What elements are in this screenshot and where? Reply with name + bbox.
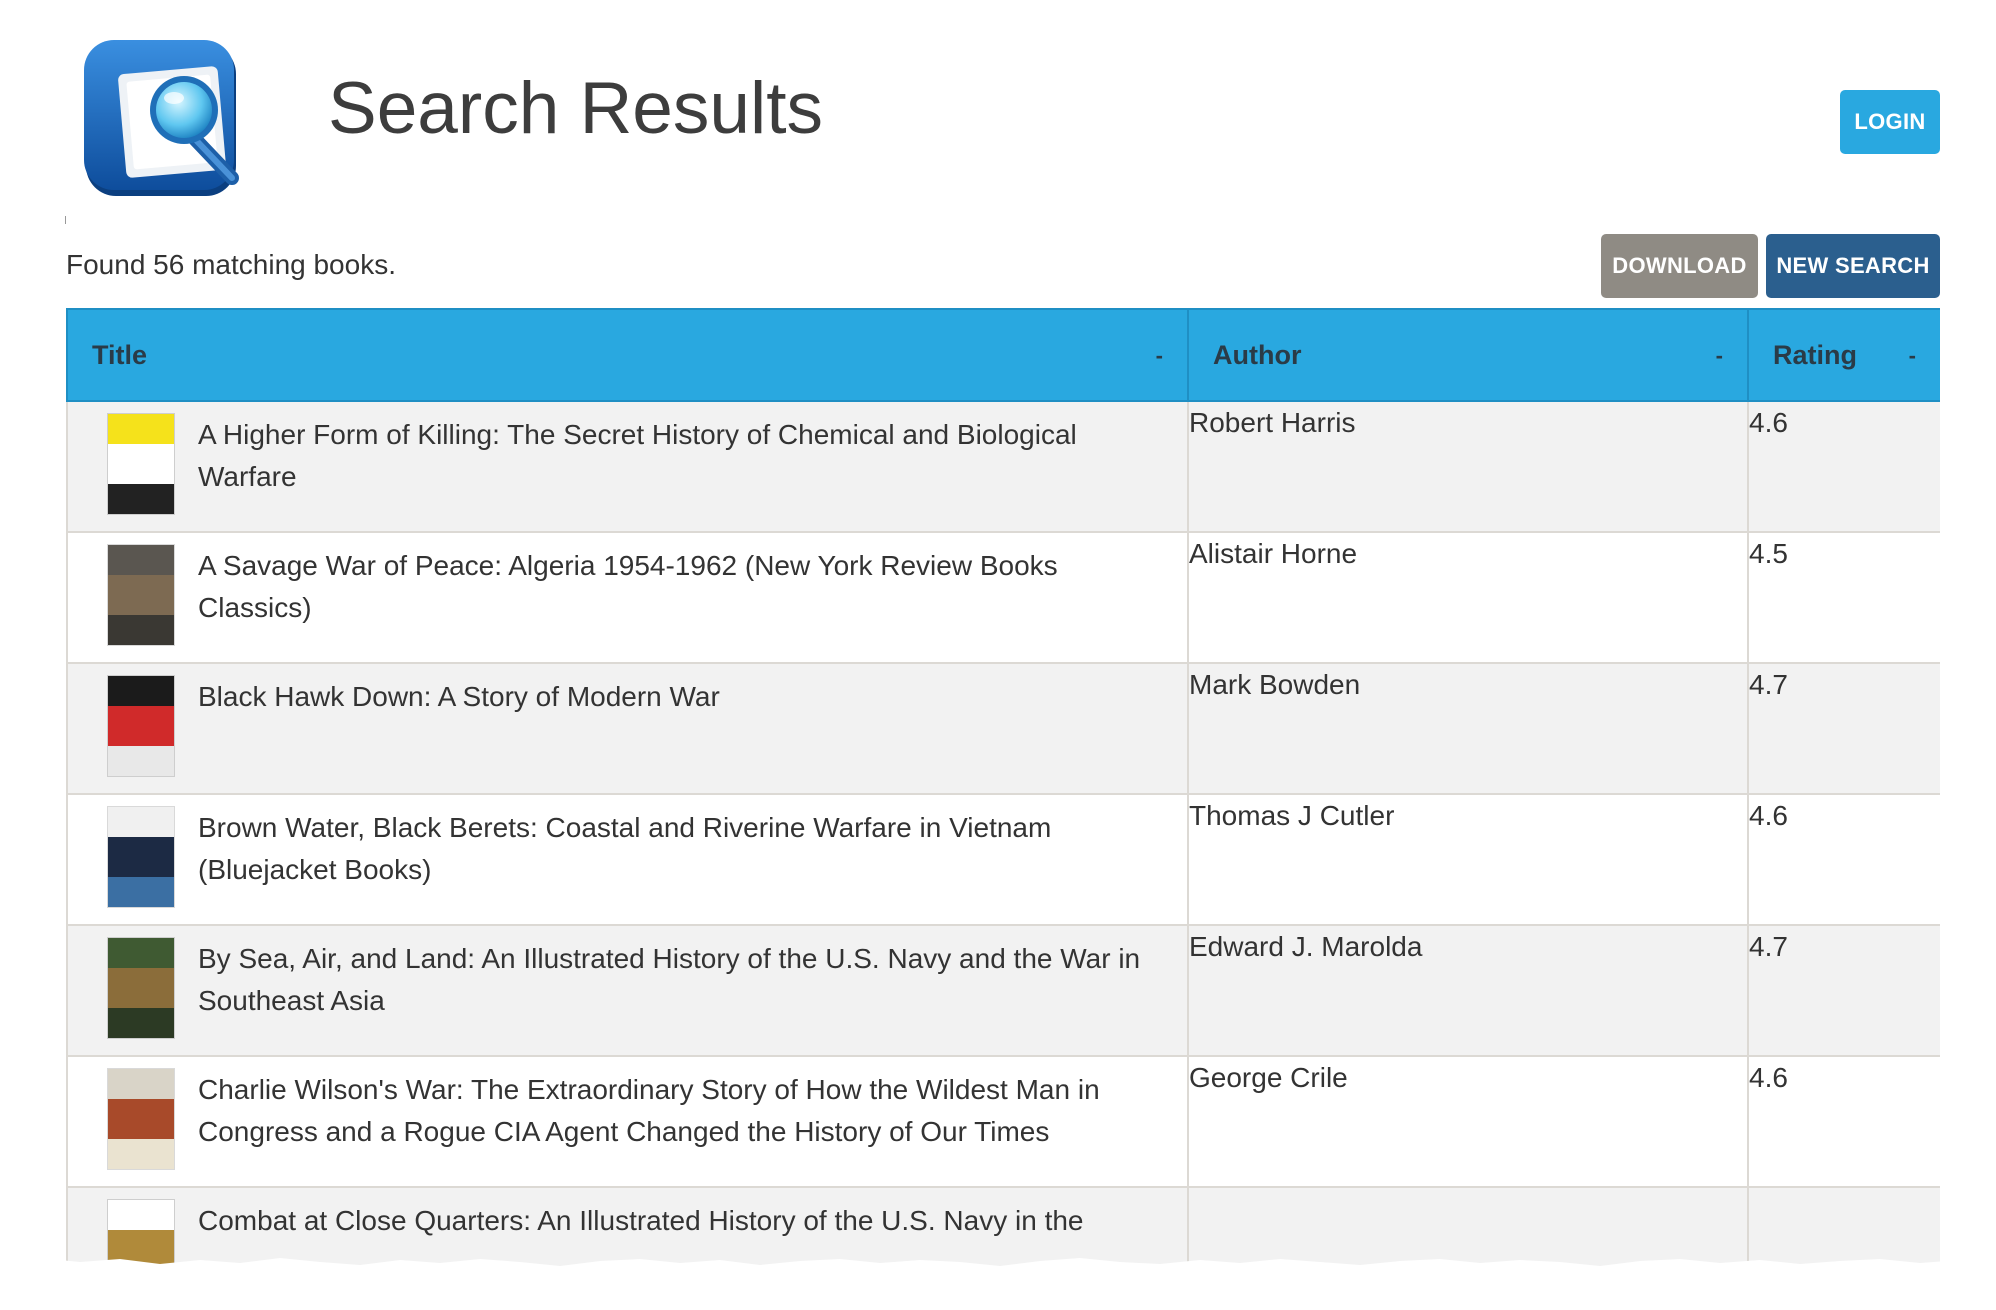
column-header-rating[interactable]: Rating -	[1747, 308, 1940, 402]
table-body: A Higher Form of Killing: The Secret His…	[66, 400, 1940, 1273]
book-title[interactable]: Black Hawk Down: A Story of Modern War	[198, 676, 720, 718]
book-title[interactable]: By Sea, Air, and Land: An Illustrated Hi…	[198, 938, 1163, 1022]
table-row[interactable]: Brown Water, Black Berets: Coastal and R…	[66, 793, 1940, 926]
app-logo-icon	[82, 38, 252, 208]
book-rating: 4.5	[1747, 531, 1940, 664]
title-cell: A Higher Form of Killing: The Secret His…	[66, 400, 1189, 533]
search-document-icon	[84, 40, 239, 196]
book-author: Edward J. Marolda	[1187, 924, 1749, 1057]
book-author: Alistair Horne	[1187, 531, 1749, 664]
sort-icon[interactable]: -	[1909, 343, 1916, 369]
login-button[interactable]: LOGIN	[1840, 90, 1940, 154]
torn-edge-mask	[0, 1258, 1996, 1310]
book-author: Robert Harris	[1187, 400, 1749, 533]
results-table: Title - Author - Rating - A Higher Form …	[66, 308, 1940, 1273]
book-cover-thumbnail[interactable]	[108, 676, 174, 776]
results-table-container: Title - Author - Rating - A Higher Form …	[66, 308, 1940, 1273]
divider	[65, 216, 66, 224]
book-cover-thumbnail[interactable]	[108, 1069, 174, 1169]
book-cover-thumbnail[interactable]	[108, 807, 174, 907]
sort-icon[interactable]: -	[1156, 343, 1163, 369]
table-row[interactable]: Charlie Wilson's War: The Extraordinary …	[66, 1055, 1940, 1188]
column-header-label: Rating	[1773, 339, 1857, 370]
title-cell-content: Black Hawk Down: A Story of Modern War	[68, 664, 1187, 776]
column-header-label: Title	[92, 339, 148, 370]
book-author: Thomas J Cutler	[1187, 793, 1749, 926]
table-row[interactable]: Black Hawk Down: A Story of Modern War Ma…	[66, 662, 1940, 795]
result-count: Found 56 matching books.	[66, 249, 396, 280]
page-title: Search Results	[328, 68, 823, 149]
book-title[interactable]: Brown Water, Black Berets: Coastal and R…	[198, 807, 1163, 891]
column-header-label: Author	[1213, 339, 1302, 370]
title-cell-content: A Higher Form of Killing: The Secret His…	[68, 402, 1187, 514]
book-author: Mark Bowden	[1187, 662, 1749, 795]
book-rating: 4.7	[1747, 924, 1940, 1057]
new-search-button[interactable]: NEW SEARCH	[1766, 234, 1940, 298]
book-rating: 4.6	[1747, 793, 1940, 926]
book-cover-thumbnail[interactable]	[108, 938, 174, 1038]
title-cell-content: Charlie Wilson's War: The Extraordinary …	[68, 1057, 1187, 1169]
title-cell-content: A Savage War of Peace: Algeria 1954-1962…	[68, 533, 1187, 645]
title-cell: Black Hawk Down: A Story of Modern War	[66, 662, 1189, 795]
book-cover-thumbnail[interactable]	[108, 545, 174, 645]
book-title[interactable]: Charlie Wilson's War: The Extraordinary …	[198, 1069, 1163, 1153]
download-button[interactable]: DOWNLOAD	[1601, 234, 1758, 298]
book-title[interactable]: Combat at Close Quarters: An Illustrated…	[198, 1200, 1084, 1242]
book-title[interactable]: A Savage War of Peace: Algeria 1954-1962…	[198, 545, 1163, 629]
book-rating: 4.7	[1747, 662, 1940, 795]
title-cell-content: Brown Water, Black Berets: Coastal and R…	[68, 795, 1187, 907]
book-rating: 4.6	[1747, 400, 1940, 533]
table-row[interactable]: A Savage War of Peace: Algeria 1954-1962…	[66, 531, 1940, 664]
title-cell-content: By Sea, Air, and Land: An Illustrated Hi…	[68, 926, 1187, 1038]
table-row[interactable]: By Sea, Air, and Land: An Illustrated Hi…	[66, 924, 1940, 1057]
title-cell: Brown Water, Black Berets: Coastal and R…	[66, 793, 1189, 926]
title-cell: A Savage War of Peace: Algeria 1954-1962…	[66, 531, 1189, 664]
book-rating: 4.6	[1747, 1055, 1940, 1188]
column-header-title[interactable]: Title -	[66, 308, 1189, 402]
book-cover-thumbnail[interactable]	[108, 414, 174, 514]
sort-icon[interactable]: -	[1716, 343, 1723, 369]
table-header-row: Title - Author - Rating -	[66, 308, 1940, 402]
column-header-author[interactable]: Author -	[1187, 308, 1749, 402]
page: Search Results LOGIN Found 56 matching b…	[0, 0, 1996, 1310]
book-title[interactable]: A Higher Form of Killing: The Secret His…	[198, 414, 1163, 498]
book-author: George Crile	[1187, 1055, 1749, 1188]
title-cell: Charlie Wilson's War: The Extraordinary …	[66, 1055, 1189, 1188]
title-cell: By Sea, Air, and Land: An Illustrated Hi…	[66, 924, 1189, 1057]
table-row[interactable]: A Higher Form of Killing: The Secret His…	[66, 400, 1940, 533]
